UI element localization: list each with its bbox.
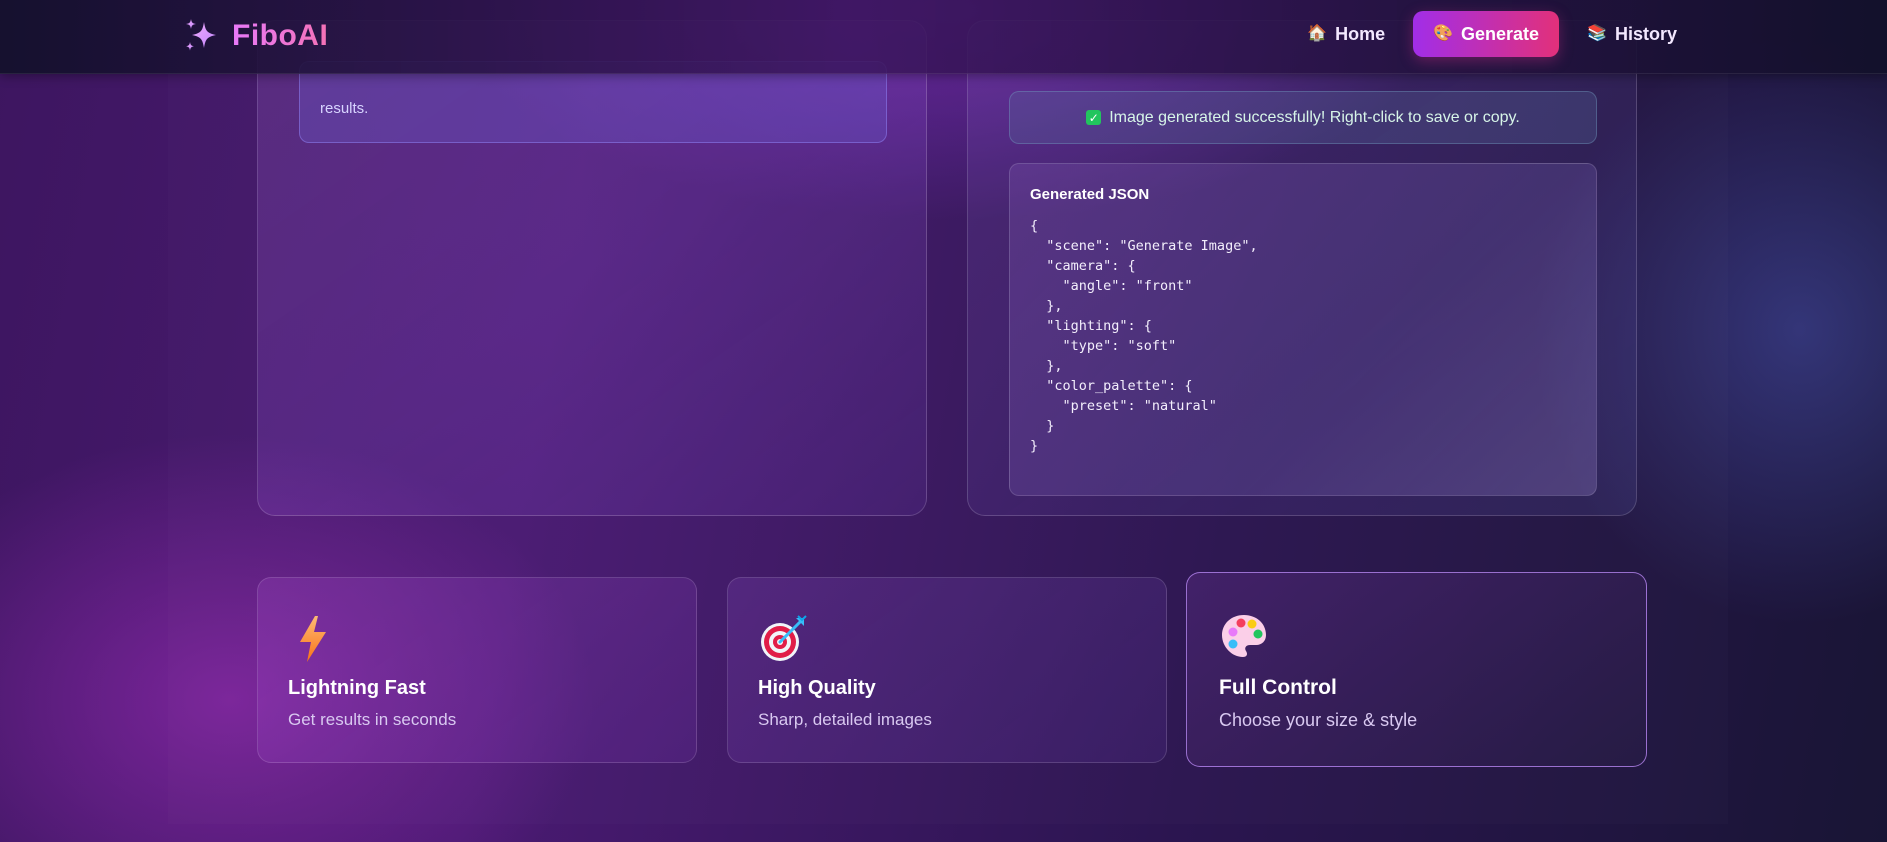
input-panel: results. [257,20,927,516]
output-panel: ✓ Image generated successfully! Right-cl… [967,20,1637,516]
feature-description: Get results in seconds [288,710,457,729]
success-message: Image generated successfully! Right-clic… [1109,108,1520,126]
feature-card-fast: Lightning Fast Get results in seconds [257,577,697,763]
nav-generate[interactable]: 🎨 Generate [1413,11,1560,57]
brand-logo[interactable]: FiboAI [182,16,328,56]
nav-history[interactable]: 📚 History [1567,11,1697,57]
nav-generate-label: Generate [1461,23,1540,44]
house-icon: 🏠 [1307,25,1328,42]
brand-name: FiboAI [232,19,329,52]
target-icon [761,615,807,661]
lightning-icon [300,616,326,662]
checkmark-icon: ✓ [1086,110,1102,125]
json-title: Generated JSON [1030,186,1150,203]
nav-home[interactable]: 🏠 Home [1287,11,1405,57]
nav-home-label: Home [1335,23,1386,44]
feature-card-quality: High Quality Sharp, detailed images [727,577,1167,763]
json-output-box: Generated JSON { "scene": "Generate Imag… [1009,163,1597,496]
feature-description: Choose your size & style [1219,710,1418,730]
success-message-box: ✓ Image generated successfully! Right-cl… [1009,91,1597,144]
feature-title: High Quality [758,677,876,699]
palette-icon [1222,615,1266,657]
top-navbar: FiboAI 🏠 Home 🎨 Generate 📚 History [0,0,1887,74]
feature-title: Lightning Fast [288,677,426,699]
nav-history-label: History [1614,23,1677,44]
feature-description: Sharp, detailed images [758,710,932,729]
books-icon: 📚 [1587,25,1607,42]
nav-links: 🏠 Home 🎨 Generate 📚 History [1287,11,1697,57]
feature-title: Full Control [1219,676,1337,699]
palette-icon: 🎨 [1433,25,1454,42]
feature-card-control[interactable]: Full Control Choose your size & style [1186,572,1647,767]
tip-text: results. [320,100,369,117]
sparkles-icon [186,19,216,51]
json-code-block[interactable]: { "scene": "Generate Image", "camera": {… [1030,216,1576,456]
